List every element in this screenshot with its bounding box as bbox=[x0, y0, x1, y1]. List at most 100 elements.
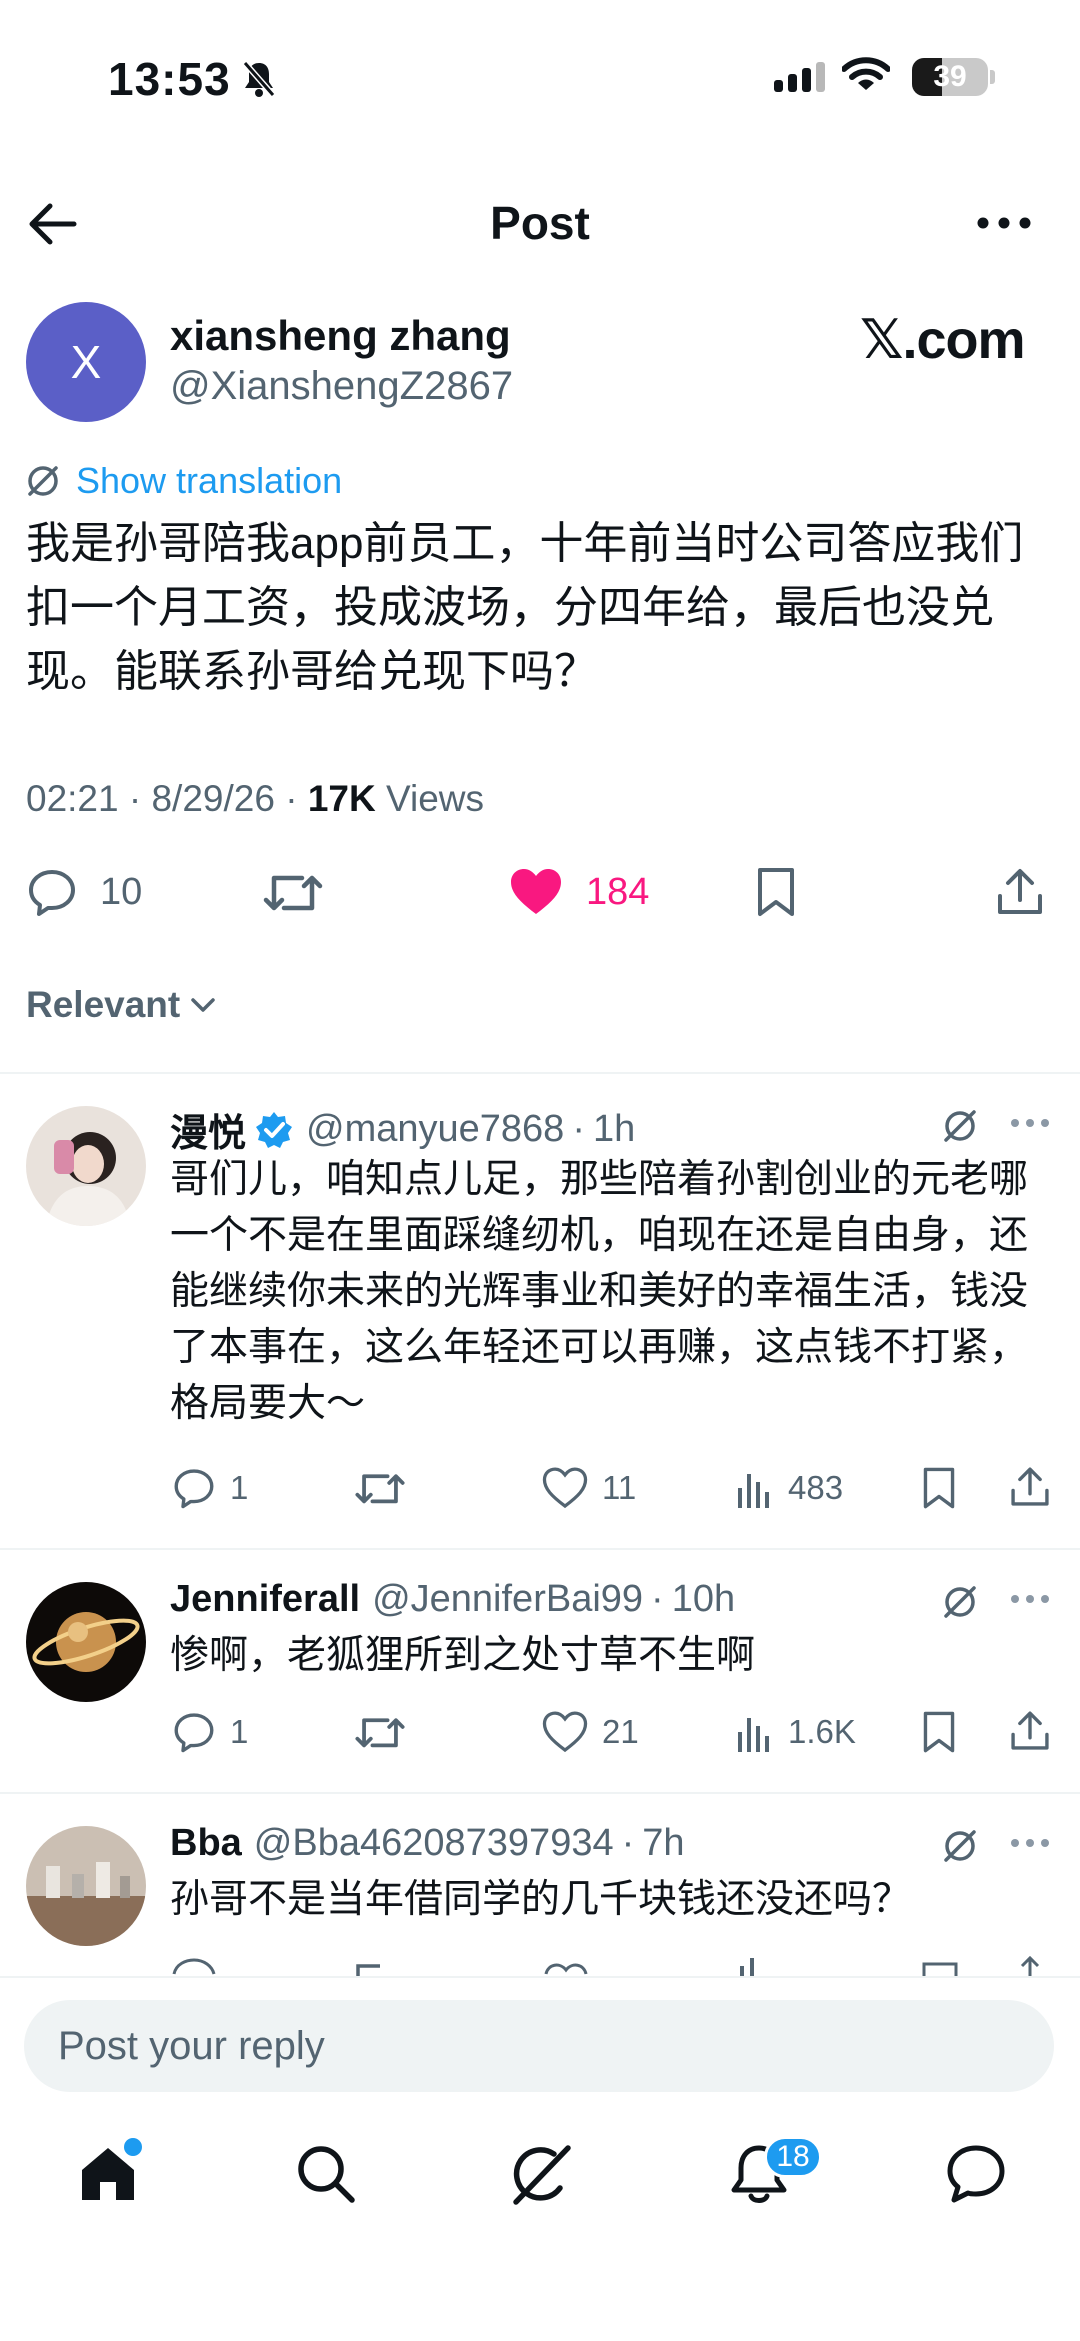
reply-repost-button[interactable] bbox=[354, 1710, 406, 1754]
reply-handle[interactable]: @JenniferBai99 bbox=[372, 1578, 643, 1621]
repost-button[interactable] bbox=[262, 866, 324, 918]
more-options-button[interactable] bbox=[976, 216, 1032, 230]
reply-bookmark-button[interactable] bbox=[920, 1710, 958, 1754]
reply-icon bbox=[29, 870, 75, 916]
reply-divider bbox=[0, 1548, 1080, 1550]
reply-reply-count: 1 bbox=[230, 1469, 249, 1506]
back-button[interactable] bbox=[24, 196, 80, 252]
sort-replies-dropdown[interactable]: Relevant bbox=[26, 984, 216, 1026]
reply-time: 7h bbox=[642, 1822, 685, 1864]
notifications-badge: 18 bbox=[764, 2136, 822, 2178]
reply-dot: · bbox=[621, 1822, 635, 1864]
reply-avatar[interactable] bbox=[26, 1106, 146, 1226]
reply-dot: · bbox=[651, 1578, 664, 1620]
reply-more-icon[interactable] bbox=[1010, 1118, 1050, 1128]
reply-header: 漫悦 @manyue7868 · 1h bbox=[170, 1102, 635, 1157]
reply-share-button[interactable] bbox=[1008, 1464, 1052, 1510]
shelf-photo-avatar bbox=[26, 1826, 146, 1946]
reply-more-icon[interactable] bbox=[1010, 1594, 1050, 1604]
reply-avatar[interactable] bbox=[26, 1826, 146, 1946]
reply-handle[interactable]: @Bba462087397934 bbox=[254, 1822, 614, 1865]
grok-icon[interactable] bbox=[940, 1582, 980, 1622]
section-divider bbox=[0, 1072, 1080, 1074]
reply-author-name[interactable]: 漫悦 bbox=[170, 1102, 246, 1157]
reply-handle[interactable]: @manyue7868 bbox=[306, 1108, 564, 1151]
reply-author-name[interactable]: Bba bbox=[170, 1822, 242, 1865]
home-unread-dot bbox=[124, 2138, 142, 2156]
bookmark-icon bbox=[923, 1467, 955, 1509]
author-name[interactable]: xiansheng zhang bbox=[170, 312, 511, 360]
reply-repost-button[interactable] bbox=[354, 1466, 406, 1510]
grok-icon[interactable] bbox=[940, 1106, 980, 1146]
reply-button[interactable]: 10 bbox=[26, 866, 142, 918]
reply-time: 10h bbox=[671, 1578, 736, 1620]
reply-like-button[interactable]: 11 bbox=[542, 1466, 636, 1510]
reply-text: 惨啊，老狐狸所到之处寸草不生啊 bbox=[170, 1634, 756, 1677]
clipped-reply-actions bbox=[0, 1952, 1080, 1978]
bookmark-icon bbox=[758, 868, 794, 916]
author-handle[interactable]: @XianshengZ2867 bbox=[170, 364, 513, 409]
reply-like-button[interactable]: 21 bbox=[542, 1710, 639, 1754]
battery-icon: 39 bbox=[912, 58, 988, 96]
reply-reply-count: 1 bbox=[230, 1713, 249, 1750]
heart-icon bbox=[542, 1467, 588, 1509]
cellular-signal-icon bbox=[774, 62, 830, 92]
brand-watermark: 𝕏.com bbox=[860, 310, 1026, 370]
reply-reply-button[interactable]: 1 bbox=[172, 1466, 248, 1510]
nav-grok[interactable] bbox=[508, 2142, 574, 2208]
status-time: 13:53 bbox=[108, 53, 231, 105]
back-arrow-icon bbox=[29, 203, 77, 245]
post-timestamp: 02:21 · 8/29/26 · bbox=[26, 778, 308, 819]
grok-icon[interactable] bbox=[940, 1826, 980, 1866]
reply-text: 哥们儿，咱知点儿足，那些陪着孙割创业的元老哪一个不是在里面踩缝纫机，咱现在还是自… bbox=[170, 1158, 1029, 1425]
bookmark-button[interactable] bbox=[754, 866, 798, 918]
planet-avatar bbox=[26, 1582, 146, 1702]
reply-like-count: 21 bbox=[602, 1713, 639, 1750]
reply-share-button[interactable] bbox=[1008, 1708, 1052, 1754]
reply-header: Bba @Bba462087397934 · 7h bbox=[170, 1822, 685, 1865]
grok-icon bbox=[513, 2145, 571, 2205]
reply-time: 1h bbox=[592, 1108, 636, 1150]
like-button[interactable]: 184 bbox=[508, 866, 649, 918]
reply-text: 孙哥不是当年借同学的几千块钱还没还吗？ bbox=[170, 1878, 912, 1921]
bookmark-icon bbox=[923, 1711, 955, 1753]
repost-icon bbox=[355, 1474, 405, 1504]
reply-avatar[interactable] bbox=[26, 1582, 146, 1702]
sort-label: Relevant bbox=[26, 984, 181, 1025]
battery-tip bbox=[990, 70, 995, 84]
share-button[interactable] bbox=[994, 866, 1046, 918]
like-count: 184 bbox=[586, 870, 650, 913]
bell-off-icon bbox=[242, 60, 276, 98]
reply-views-count: 1.6K bbox=[788, 1713, 856, 1750]
battery-percentage: 39 bbox=[933, 60, 967, 93]
reply-views-button[interactable]: 483 bbox=[734, 1466, 843, 1510]
post-text: 我是孙哥陪我app前员工，十年前当时公司答应我们扣一个月工资，投成波场，分四年给… bbox=[26, 519, 1024, 696]
reply-reply-button[interactable]: 1 bbox=[172, 1710, 248, 1754]
reply-more-icon[interactable] bbox=[1010, 1838, 1050, 1848]
share-icon bbox=[1011, 1711, 1049, 1750]
views-chart-icon bbox=[738, 1474, 769, 1508]
reply-header: Jenniferall @JenniferBai99 · 10h bbox=[170, 1578, 735, 1621]
nav-search[interactable] bbox=[294, 2142, 358, 2206]
verified-badge-icon bbox=[256, 1111, 293, 1148]
wifi-icon bbox=[842, 56, 890, 94]
reply-divider bbox=[0, 1792, 1080, 1794]
reply-count: 10 bbox=[100, 870, 143, 913]
reply-dot: · bbox=[572, 1108, 585, 1150]
repost-icon bbox=[263, 875, 323, 911]
nav-messages[interactable] bbox=[944, 2142, 1008, 2206]
author-avatar[interactable]: X bbox=[26, 302, 146, 422]
reply-icon bbox=[174, 1713, 214, 1753]
reply-icon bbox=[174, 1469, 214, 1509]
views-label: Views bbox=[375, 778, 485, 819]
chevron-down-icon bbox=[191, 998, 215, 1012]
show-translation-link[interactable]: Show translation bbox=[76, 460, 342, 502]
reply-bookmark-button[interactable] bbox=[920, 1466, 958, 1510]
views-count: 17K bbox=[307, 778, 376, 819]
reply-author-name[interactable]: Jenniferall bbox=[170, 1578, 360, 1621]
reply-views-count: 483 bbox=[788, 1469, 844, 1506]
message-bubble-icon bbox=[947, 2145, 1005, 2203]
clipped-actions-icons bbox=[172, 1955, 1040, 1978]
reply-input[interactable]: Post your reply bbox=[24, 2000, 1054, 2092]
reply-views-button[interactable]: 1.6K bbox=[734, 1710, 856, 1754]
